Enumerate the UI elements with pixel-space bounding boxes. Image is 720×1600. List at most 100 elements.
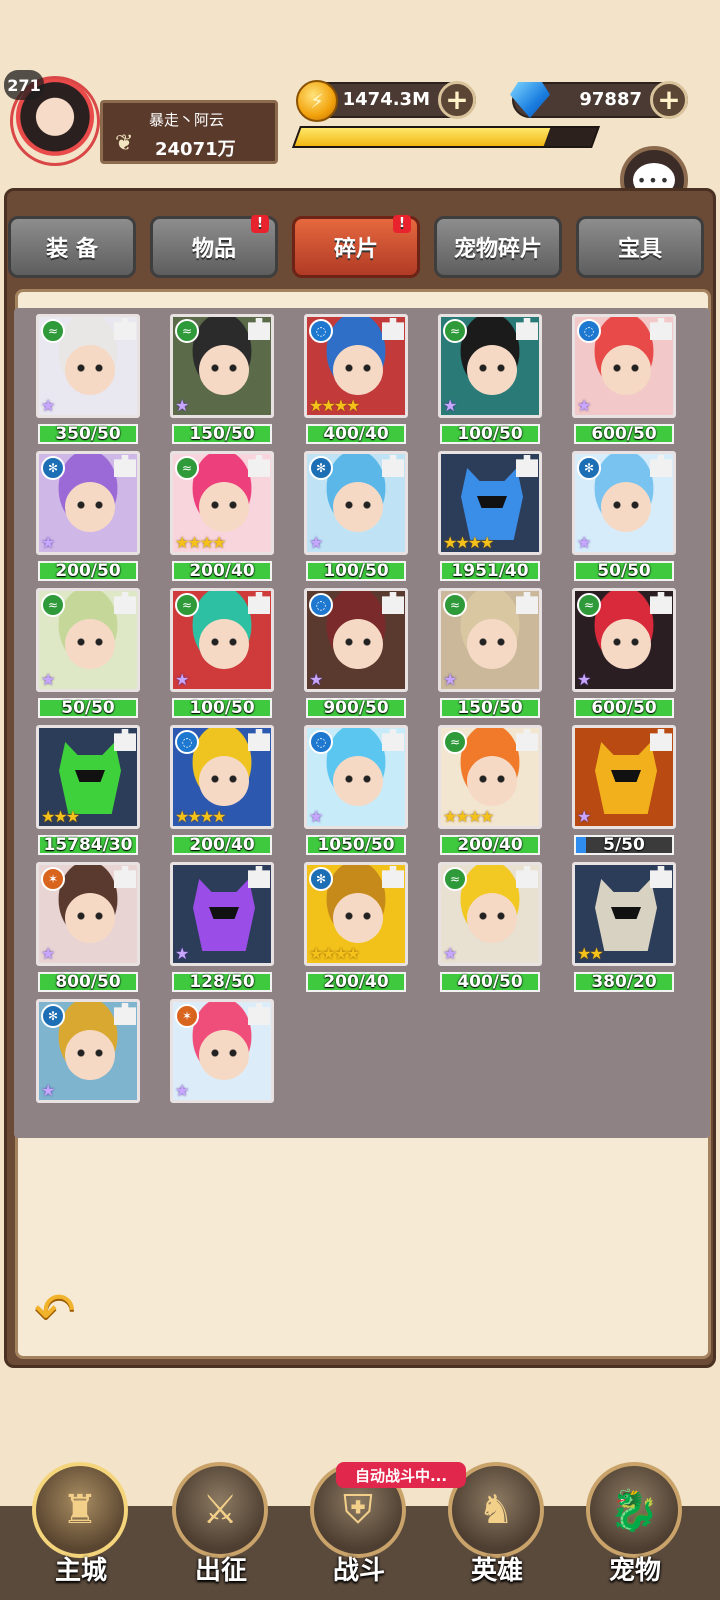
player-avatar[interactable]: 271: [4, 70, 104, 180]
hero-fragment-card[interactable]: ◌ ★: [304, 588, 408, 692]
hero-fragment-card[interactable]: ★: [170, 862, 274, 966]
tab-fragments[interactable]: 碎片!: [292, 215, 420, 278]
hero-fragment-card[interactable]: ≈ ★★★★: [170, 451, 274, 555]
fragment-count: 200/40: [457, 835, 523, 855]
wind-element-icon: ≈: [175, 319, 199, 343]
fragment-count: 350/50: [55, 424, 121, 444]
castle-icon: ♜: [32, 1462, 128, 1558]
player-info-panel[interactable]: 暴走丶阿云 ❦ 24071万: [100, 100, 278, 164]
star-rating: ★★★★: [175, 807, 226, 826]
experience-fill: [294, 128, 550, 146]
fragment-count-bar: 128/50: [172, 972, 272, 992]
fragment-grid: ≈ ★ 350/50 ≈ ★ 150/50 ◌ ★★★★ 400/40 ≈ ★ 100/50 ◌ ★ 600…: [14, 308, 710, 1138]
hero-fragment-card[interactable]: ✻ ★★★★: [304, 862, 408, 966]
hero-fragment-card[interactable]: ★★★: [36, 725, 140, 829]
fragment-count-bar: 200/50: [38, 561, 138, 581]
hero-eyes: [209, 1048, 239, 1058]
add-gems-button[interactable]: +: [650, 81, 688, 119]
hero-eyes: [343, 911, 373, 921]
hero-fragment-card[interactable]: ✶ ★: [170, 999, 274, 1103]
hero-fragment-card[interactable]: ✻ ★: [304, 451, 408, 555]
hero-fragment-card[interactable]: ★★: [572, 862, 676, 966]
fire-element-icon: ✶: [175, 1004, 199, 1028]
star-rating: ★: [443, 396, 457, 415]
gold-counter: ⚡ 1474.3M +: [296, 80, 476, 122]
fragment-count-bar: 200/40: [440, 835, 540, 855]
hero-eyes: [75, 637, 105, 647]
hero-fragment-card[interactable]: ≈ ★: [438, 862, 542, 966]
hero-eyes: [209, 363, 239, 373]
hero-fragment-card[interactable]: ≈ ★: [36, 588, 140, 692]
hero-eyes: [477, 774, 507, 784]
hero-eyes: [209, 500, 239, 510]
tab-equipment[interactable]: 装 备: [8, 216, 136, 278]
star-rating: ★: [41, 533, 55, 552]
combat-power: 24071万: [155, 139, 236, 160]
hero-eyes: [611, 500, 641, 510]
puzzle-piece-icon: [248, 866, 270, 888]
nav-expedition[interactable]: ⚔ 出征: [166, 1462, 276, 1600]
fragment-count-bar: 200/40: [172, 835, 272, 855]
tab-label: 物品: [191, 237, 236, 262]
hero-fragment-card[interactable]: ≈ ★★★★: [438, 725, 542, 829]
star-rating: ★★★★: [309, 944, 360, 963]
nav-main-city[interactable]: ♜ 主城: [26, 1462, 136, 1600]
water-element-icon: ◌: [309, 593, 333, 617]
fragment-count: 600/50: [591, 698, 657, 718]
hero-fragment-card[interactable]: ✻ ★: [572, 451, 676, 555]
tab-treasures[interactable]: 宝具: [576, 216, 704, 278]
top-bar: 271 暴走丶阿云 ❦ 24071万 ⚡ 1474.3M + 97887 +: [0, 0, 720, 190]
inventory-tabs: 装 备 物品! 碎片! 宠物碎片 宝具: [8, 215, 712, 284]
star-rating: ★: [443, 944, 457, 963]
hero-fragment-card[interactable]: ≈ ★: [170, 588, 274, 692]
hero-fragment-card[interactable]: ✻ ★: [36, 451, 140, 555]
wind-element-icon: ≈: [443, 867, 467, 891]
diamond-icon: [510, 82, 550, 118]
back-arrow-icon[interactable]: ↶: [34, 1286, 102, 1336]
hero-fragment-card[interactable]: ≈ ★: [36, 314, 140, 418]
hero-fragment-card[interactable]: ★★★★: [438, 451, 542, 555]
fragment-count: 5/50: [603, 835, 645, 855]
auto-battle-badge[interactable]: 自动战斗中...: [336, 1462, 466, 1488]
experience-bar: [291, 126, 601, 148]
puzzle-piece-icon: [114, 729, 136, 751]
star-rating: ★: [577, 670, 591, 689]
tab-items[interactable]: 物品!: [150, 215, 278, 278]
fragment-count: 400/50: [457, 972, 523, 992]
fragment-count: 1951/40: [451, 561, 529, 581]
hero-eyes: [477, 911, 507, 921]
fragment-count-bar: 900/50: [306, 698, 406, 718]
ice-element-icon: ✻: [577, 456, 601, 480]
tab-pet-fragments[interactable]: 宠物碎片: [434, 216, 562, 278]
fragment-count-bar: 600/50: [574, 424, 674, 444]
nav-pets[interactable]: 🐉 宠物: [580, 1462, 690, 1600]
hero-fragment-card[interactable]: ◌ ★★★★: [304, 314, 408, 418]
hero-fragment-card[interactable]: ≈ ★: [438, 588, 542, 692]
star-rating: ★: [175, 944, 189, 963]
wind-element-icon: ≈: [175, 593, 199, 617]
hero-fragment-card[interactable]: ≈ ★: [572, 588, 676, 692]
fragment-count: 200/40: [189, 561, 255, 581]
hero-fragment-card[interactable]: ★: [572, 725, 676, 829]
star-rating: ★: [41, 944, 55, 963]
fragment-count: 200/40: [323, 972, 389, 992]
puzzle-piece-icon: [650, 729, 672, 751]
gold-coin-icon: ⚡: [296, 80, 338, 122]
tab-label: 碎片: [333, 237, 378, 262]
ice-element-icon: ✻: [309, 456, 333, 480]
hero-eyes: [477, 637, 507, 647]
hero-fragment-card[interactable]: ◌ ★★★★: [170, 725, 274, 829]
hero-fragment-card[interactable]: ◌ ★: [304, 725, 408, 829]
hero-fragment-card[interactable]: ✶ ★: [36, 862, 140, 966]
star-rating: ★: [577, 533, 591, 552]
hero-fragment-card[interactable]: ◌ ★: [572, 314, 676, 418]
nav-label: 宠物: [608, 1556, 661, 1586]
tab-label: 装 备: [46, 237, 98, 262]
star-rating: ★: [175, 1081, 189, 1100]
hero-fragment-card[interactable]: ≈ ★: [170, 314, 274, 418]
add-gold-button[interactable]: +: [438, 81, 476, 119]
helmet-visor: [209, 907, 239, 919]
hero-fragment-card[interactable]: ✻ ★: [36, 999, 140, 1103]
hero-fragment-card[interactable]: ≈ ★: [438, 314, 542, 418]
hero-eyes: [209, 637, 239, 647]
